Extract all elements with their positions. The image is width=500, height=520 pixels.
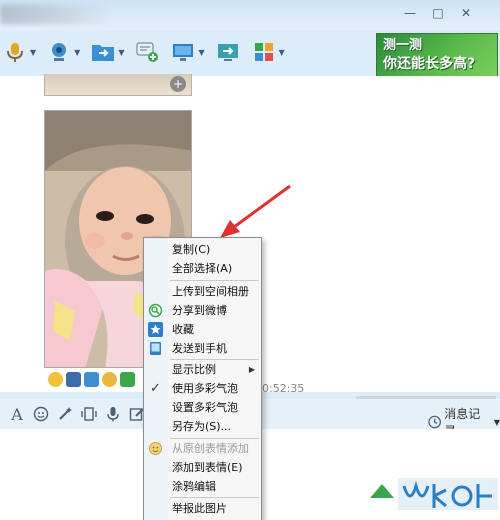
menu-item-label: 从原创表情添加 xyxy=(172,442,249,455)
phone-icon xyxy=(148,341,163,356)
menu-item-label: 举报此图片 xyxy=(172,502,227,515)
menu-item-use-bubble[interactable]: ✓ 使用多彩气泡 xyxy=(144,379,261,398)
chevron-down-icon[interactable]: ▼ xyxy=(198,48,204,57)
ad-banner[interactable]: 测一测 你还能长多高? xyxy=(376,33,498,77)
apps-button[interactable]: ▼ xyxy=(251,37,285,67)
shake-window-icon[interactable] xyxy=(78,403,100,425)
clock-icon xyxy=(428,415,441,429)
smiley-icon[interactable] xyxy=(102,372,117,387)
menu-item-label: 复制(C) xyxy=(172,243,211,256)
monitor-icon[interactable] xyxy=(84,372,99,387)
chat-toolbar: ▼ ▼ ▼ ▼ ▼ xyxy=(0,30,370,74)
microphone-icon xyxy=(2,40,28,64)
menu-separator xyxy=(170,280,259,281)
menu-item-label: 另存为(S)... xyxy=(172,420,232,433)
menu-item-report-image[interactable]: 举报此图片 xyxy=(144,499,261,518)
menu-item-send-phone[interactable]: 发送到手机 xyxy=(144,339,261,358)
image-toolbar xyxy=(48,372,144,390)
title-bar: — □ ✕ xyxy=(0,0,500,30)
context-menu: 复制(C) 全部选择(A) 上传到空间相册 分享到微博 收藏 发送到手机 显示比… xyxy=(143,237,262,520)
share-screen-button[interactable] xyxy=(215,37,241,67)
folder-icon xyxy=(90,40,116,64)
menu-item-label: 上传到空间相册 xyxy=(172,285,249,298)
menu-item-label: 涂鸦编辑 xyxy=(172,480,216,493)
magic-wand-icon[interactable] xyxy=(54,403,76,425)
checkmark-icon: ✓ xyxy=(150,381,161,396)
menu-item-doodle-edit[interactable]: 涂鸦编辑 xyxy=(144,477,261,496)
emoji-icon[interactable] xyxy=(48,372,63,387)
menu-item-label: 添加到表情(E) xyxy=(172,461,243,474)
chevron-down-icon[interactable]: ▼ xyxy=(494,418,500,427)
menu-item-favorite[interactable]: 收藏 xyxy=(144,320,261,339)
menu-item-label: 全部选择(A) xyxy=(172,262,233,275)
menu-item-label: 显示比例 xyxy=(172,363,216,376)
chevron-down-icon[interactable]: ▼ xyxy=(279,48,285,57)
menu-item-label: 发送到手机 xyxy=(172,342,227,355)
chat-add-icon xyxy=(134,40,160,64)
send-file-button[interactable]: ▼ xyxy=(90,37,124,67)
menu-item-copy[interactable]: 复制(C) xyxy=(144,240,261,259)
minimize-button[interactable]: — xyxy=(400,5,420,21)
chevron-down-icon[interactable]: ▼ xyxy=(118,48,124,57)
menu-item-add-emoji[interactable]: 添加到表情(E) xyxy=(144,458,261,477)
remote-desktop-button[interactable]: ▼ xyxy=(170,37,205,67)
menu-item-label: 收藏 xyxy=(172,323,194,336)
ad-line-1: 测一测 xyxy=(383,38,423,53)
menu-item-display-ratio[interactable]: 显示比例 ▶ xyxy=(144,360,261,379)
menu-item-select-all[interactable]: 全部选择(A) xyxy=(144,259,261,278)
emoji-icon[interactable] xyxy=(30,403,52,425)
close-button[interactable]: ✕ xyxy=(456,5,476,21)
chevron-down-icon[interactable]: ▼ xyxy=(30,48,36,57)
apps-grid-icon xyxy=(251,40,277,64)
voice-message-icon[interactable] xyxy=(102,403,124,425)
share-icon xyxy=(148,303,163,318)
video-call-button[interactable]: ▼ xyxy=(46,37,80,67)
chevron-down-icon[interactable]: ▼ xyxy=(74,48,80,57)
emoji-face-icon xyxy=(148,441,163,456)
menu-item-share-weibo[interactable]: 分享到微博 xyxy=(144,301,261,320)
image-icon[interactable] xyxy=(120,372,135,387)
new-discussion-button[interactable] xyxy=(134,37,160,67)
save-icon[interactable] xyxy=(66,372,81,387)
ad-line-2: 你还能长多高? xyxy=(383,56,476,72)
screen-share-icon xyxy=(215,40,241,64)
voice-call-button[interactable]: ▼ xyxy=(2,37,36,67)
menu-item-label: 使用多彩气泡 xyxy=(172,382,238,395)
monitor-icon xyxy=(170,40,196,64)
zoom-in-icon[interactable]: + xyxy=(170,76,186,92)
menu-item-set-bubble[interactable]: 设置多彩气泡 xyxy=(144,398,261,417)
site-watermark-logo xyxy=(370,470,500,520)
menu-item-add-from-original: 从原创表情添加 xyxy=(144,439,261,458)
webcam-icon xyxy=(46,40,72,64)
menu-item-label: 分享到微博 xyxy=(172,304,227,317)
menu-item-upload-album[interactable]: 上传到空间相册 xyxy=(144,282,261,301)
blurred-title xyxy=(0,4,110,24)
message-time: 0:52:35 xyxy=(262,382,305,395)
chevron-right-icon: ▶ xyxy=(248,365,255,374)
menu-separator xyxy=(170,497,259,498)
menu-item-save-as[interactable]: 另存为(S)... xyxy=(144,417,261,436)
font-icon[interactable]: A xyxy=(6,403,28,425)
maximize-button[interactable]: □ xyxy=(428,5,448,21)
star-icon xyxy=(148,322,163,337)
menu-item-label: 设置多彩气泡 xyxy=(172,401,238,414)
